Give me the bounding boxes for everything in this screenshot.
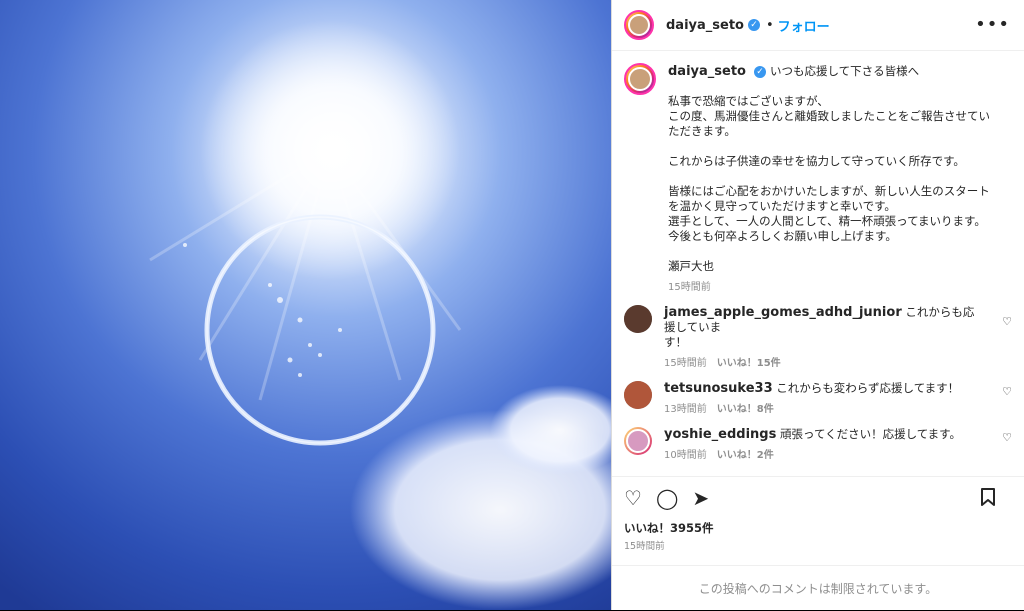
comment-item: yoshie_eddings 頑張ってください！応援してます。 10時間前 いいね… <box>612 417 1024 463</box>
caption-title: いつも応援して下さる皆様へ <box>769 64 920 78</box>
caption-avatar[interactable] <box>624 63 656 95</box>
comment-text: これからも変わらず応援してます！ <box>776 381 960 395</box>
post-header: daiya_seto ✓ • フォロー ••• <box>612 0 1024 51</box>
follow-button[interactable]: フォロー <box>778 16 830 35</box>
comment-text: 頑張ってください！応援してます。 <box>780 427 962 441</box>
post-sidebar: daiya_seto ✓ • フォロー ••• daiya_seto ✓ いつも… <box>611 0 1024 610</box>
post-image[interactable] <box>0 0 611 610</box>
separator-dot: • <box>765 17 774 33</box>
comment-username[interactable]: tetsunosuke33 <box>664 381 773 396</box>
comment-time[interactable]: 10時間前 <box>664 450 707 461</box>
comment-item: james_apple_gomes_adhd_junior これからも応援してい… <box>612 295 1024 371</box>
comment-avatar[interactable] <box>624 427 652 455</box>
heart-icon[interactable]: ♡ <box>1002 385 1012 398</box>
comment-likes[interactable]: いいね！2件 <box>717 450 774 461</box>
more-horizontal-icon[interactable]: ••• <box>975 14 1010 35</box>
underwater-photo <box>0 0 611 610</box>
caption: daiya_seto ✓ いつも応援して下さる皆様へ 私事で恐縮ではございますが… <box>612 51 1024 295</box>
comment-username[interactable]: james_apple_gomes_adhd_junior <box>664 305 902 320</box>
comments-scroll-area[interactable]: daiya_seto ✓ いつも応援して下さる皆様へ 私事で恐縮ではございますが… <box>612 51 1024 476</box>
heart-icon[interactable]: ♡ <box>1002 315 1012 328</box>
heart-icon[interactable]: ♡ <box>624 488 642 508</box>
caption-time: 15時間前 <box>668 282 711 293</box>
heart-icon[interactable]: ♡ <box>1002 431 1012 444</box>
comment-username[interactable]: yoshie_eddings <box>664 427 776 442</box>
share-icon[interactable]: ➤ <box>692 488 709 508</box>
comment-time[interactable]: 15時間前 <box>664 358 707 369</box>
author-username[interactable]: daiya_seto <box>666 18 744 33</box>
comment-icon[interactable]: ◯ <box>656 488 678 508</box>
bookmark-icon[interactable] <box>980 487 996 509</box>
caption-username[interactable]: daiya_seto <box>668 64 746 79</box>
verified-icon: ✓ <box>753 65 766 78</box>
comment-item: tetsunosuke33 これからも変わらず応援してます！ 13時間前 いいね！… <box>612 371 1024 417</box>
comment-time[interactable]: 13時間前 <box>664 404 707 415</box>
comment-avatar[interactable] <box>624 381 652 409</box>
verified-icon: ✓ <box>747 19 760 31</box>
comments-restricted-notice: この投稿へのコメントは制限されています。 <box>612 565 1024 611</box>
comment-likes[interactable]: いいね！8件 <box>717 404 774 415</box>
comment-likes[interactable]: いいね！15件 <box>717 358 781 369</box>
author-avatar[interactable] <box>624 10 654 40</box>
comment-avatar[interactable] <box>624 305 652 333</box>
likes-count[interactable]: いいね！3955件 <box>624 520 714 536</box>
post-time[interactable]: 15時間前 <box>624 538 665 552</box>
caption-text: 私事で恐縮ではございますが、 この度、馬淵優佳さんと離婚致しましたことをご報告さ… <box>668 94 990 273</box>
action-bar: ♡ ◯ ➤ <box>612 476 1024 519</box>
